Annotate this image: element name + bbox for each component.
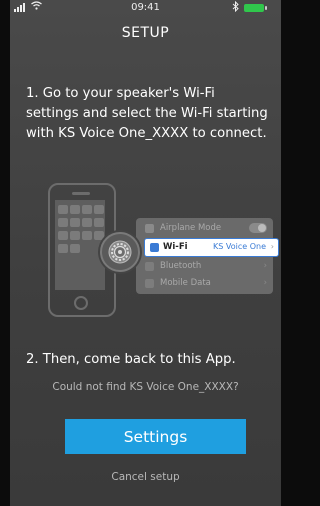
mobile-data-icon	[145, 279, 154, 288]
instruction-step-1: 1. Go to your speaker's Wi-Fi settings a…	[26, 86, 268, 141]
chevron-right-icon: ›	[270, 242, 274, 251]
cancel-setup-button[interactable]: Cancel setup	[10, 471, 281, 483]
phone-speaker	[72, 192, 90, 195]
menu-row-airplane: Airplane Mode	[136, 220, 273, 237]
menu-row-wifi: Wi-Fi KS Voice One ›	[145, 239, 278, 256]
status-bar: 09:41	[10, 0, 281, 16]
bluetooth-icon	[145, 262, 154, 271]
mobile-data-label: Mobile Data	[160, 278, 211, 288]
status-time: 09:41	[131, 2, 160, 13]
settings-menu-card: Airplane Mode Wi-Fi KS Voice One › Bluet…	[136, 218, 278, 294]
settings-gear-icon	[100, 232, 140, 272]
menu-row-bluetooth: Bluetooth ›	[136, 258, 273, 275]
page-title: SETUP	[121, 25, 170, 41]
not-found-link[interactable]: Could not find KS Voice One_XXXX?	[10, 381, 281, 393]
menu-row-mobile-data: Mobile Data ›	[136, 275, 273, 292]
setup-screen: 09:41 SETUP 1. Go to your speaker's Wi-F…	[10, 0, 281, 506]
battery-icon	[244, 4, 264, 12]
chevron-right-icon: ›	[263, 278, 267, 288]
chevron-right-icon: ›	[263, 261, 267, 271]
phone-home-button	[74, 296, 88, 310]
instruction-step-2: 2. Then, come back to this App.	[26, 352, 236, 367]
bluetooth-label: Bluetooth	[160, 261, 202, 271]
wifi-label: Wi-Fi	[163, 242, 188, 252]
settings-button[interactable]: Settings	[65, 419, 246, 454]
phone-screen	[55, 200, 105, 290]
airplane-mode-label: Airplane Mode	[160, 223, 222, 233]
wifi-icon	[150, 243, 159, 252]
battery-tip	[265, 6, 267, 10]
airplane-toggle	[249, 223, 267, 233]
airplane-icon	[145, 224, 154, 233]
bluetooth-icon	[232, 0, 239, 15]
wifi-network-name: KS Voice One	[213, 242, 266, 251]
